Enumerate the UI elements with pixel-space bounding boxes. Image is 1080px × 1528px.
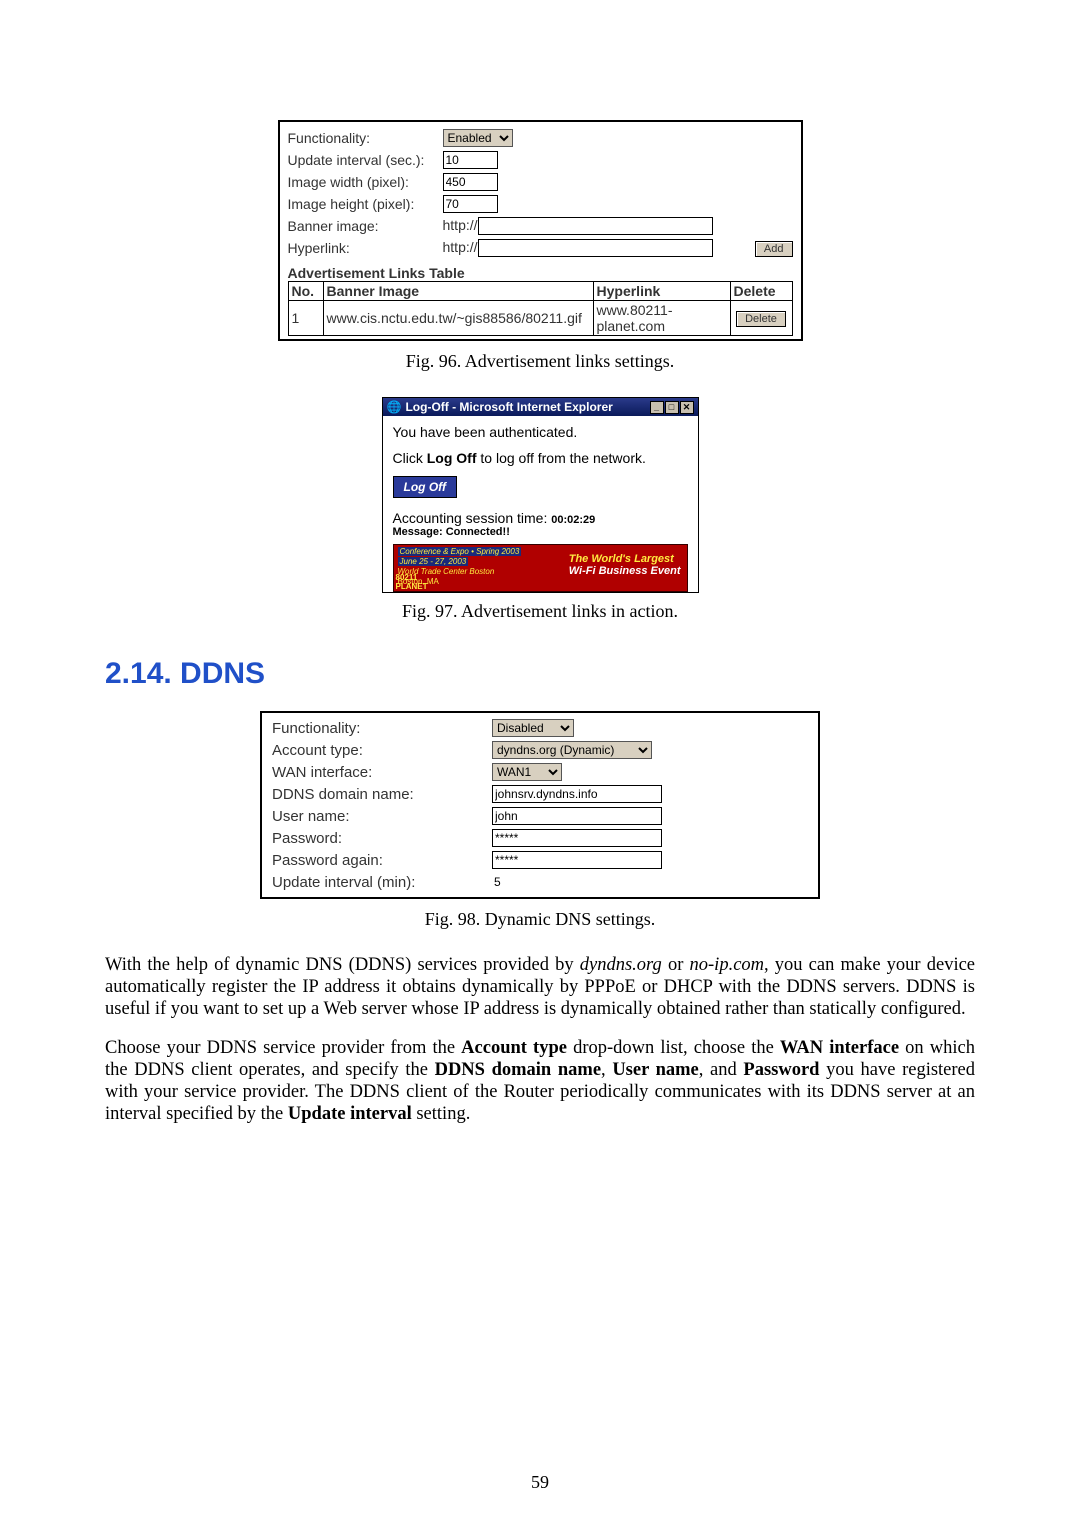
banner-image-input[interactable] <box>478 217 713 235</box>
password-again-input[interactable] <box>492 851 662 869</box>
fig98-caption: Fig. 98. Dynamic DNS settings. <box>105 909 975 930</box>
adv-links-title: Advertisement Links Table <box>288 265 793 281</box>
ddns-domain-label: DDNS domain name: <box>272 783 492 805</box>
para-ddns-intro: With the help of dynamic DNS (DDNS) serv… <box>105 955 975 1020</box>
image-height-input[interactable] <box>443 195 498 213</box>
maximize-icon[interactable]: □ <box>665 401 679 414</box>
update-interval-label: Update interval (sec.): <box>288 149 443 171</box>
authenticated-text: You have been authenticated. <box>393 424 688 440</box>
logoff-button[interactable]: Log Off <box>393 476 457 498</box>
password-input[interactable] <box>492 829 662 847</box>
user-name-label: User name: <box>272 805 492 827</box>
adv-row-hyperlink: www.80211-planet.com <box>593 301 730 336</box>
adv-row-no: 1 <box>288 301 323 336</box>
image-width-label: Image width (pixel): <box>288 171 443 193</box>
account-type-label: Account type: <box>272 739 492 761</box>
fig97-caption: Fig. 97. Advertisement links in action. <box>105 601 975 622</box>
page-number: 59 <box>0 1472 1080 1493</box>
ddns-domain-input[interactable] <box>492 785 662 803</box>
fig96-advertisement-settings: Functionality: Enabled Update interval (… <box>278 120 803 341</box>
logoff-instruction: Click Log Off to log off from the networ… <box>393 450 688 466</box>
adv-h-no: No. <box>288 282 323 301</box>
adv-h-hyperlink: Hyperlink <box>593 282 730 301</box>
fig98-ddns-settings: Functionality: Disabled Account type: dy… <box>260 711 820 899</box>
user-name-input[interactable] <box>492 807 662 825</box>
hyperlink-input[interactable] <box>478 239 713 257</box>
section-heading-ddns: 2.14. DDNS <box>105 657 975 691</box>
functionality-select[interactable]: Enabled <box>443 129 513 147</box>
fig97-logoff-window: 🌐 Log-Off - Microsoft Internet Explorer … <box>382 397 699 593</box>
ddns-functionality-select[interactable]: Disabled <box>492 719 574 737</box>
image-height-label: Image height (pixel): <box>288 193 443 215</box>
image-width-input[interactable] <box>443 173 498 191</box>
wan-interface-label: WAN interface: <box>272 761 492 783</box>
account-type-select[interactable]: dyndns.org (Dynamic) <box>492 741 652 759</box>
close-icon[interactable]: ✕ <box>680 401 694 414</box>
ddns-functionality-label: Functionality: <box>272 717 492 739</box>
hyperlink-label: Hyperlink: <box>288 237 443 259</box>
wan-interface-select[interactable]: WAN1 <box>492 763 562 781</box>
update-interval-min-label: Update interval (min): <box>272 871 492 893</box>
hyperlink-prefix: http:// <box>443 239 478 255</box>
advertisement-banner[interactable]: Conference & Expo • Spring 2003 June 25 … <box>393 544 688 592</box>
connected-message: Message: Connected!! <box>393 526 688 538</box>
password-label: Password: <box>272 827 492 849</box>
add-button[interactable]: Add <box>755 241 793 257</box>
banner-prefix: http:// <box>443 217 478 233</box>
minimize-icon[interactable]: _ <box>650 401 664 414</box>
functionality-label: Functionality: <box>288 127 443 149</box>
fig96-caption: Fig. 96. Advertisement links settings. <box>105 351 975 372</box>
adv-row-banner: www.cis.nctu.edu.tw/~gis88586/80211.gif <box>323 301 593 336</box>
adv-h-delete: Delete <box>730 282 792 301</box>
ie-icon: 🌐 <box>387 400 402 414</box>
update-interval-min-input[interactable] <box>492 873 532 891</box>
delete-button[interactable]: Delete <box>736 311 786 327</box>
update-interval-input[interactable] <box>443 151 498 169</box>
para-ddns-config: Choose your DDNS service provider from t… <box>105 1038 975 1125</box>
session-time: Accounting session time: 00:02:29 <box>393 510 688 526</box>
password-again-label: Password again: <box>272 849 492 871</box>
window-title: Log-Off - Microsoft Internet Explorer <box>405 400 612 414</box>
banner-image-label: Banner image: <box>288 215 443 237</box>
adv-h-banner: Banner Image <box>323 282 593 301</box>
